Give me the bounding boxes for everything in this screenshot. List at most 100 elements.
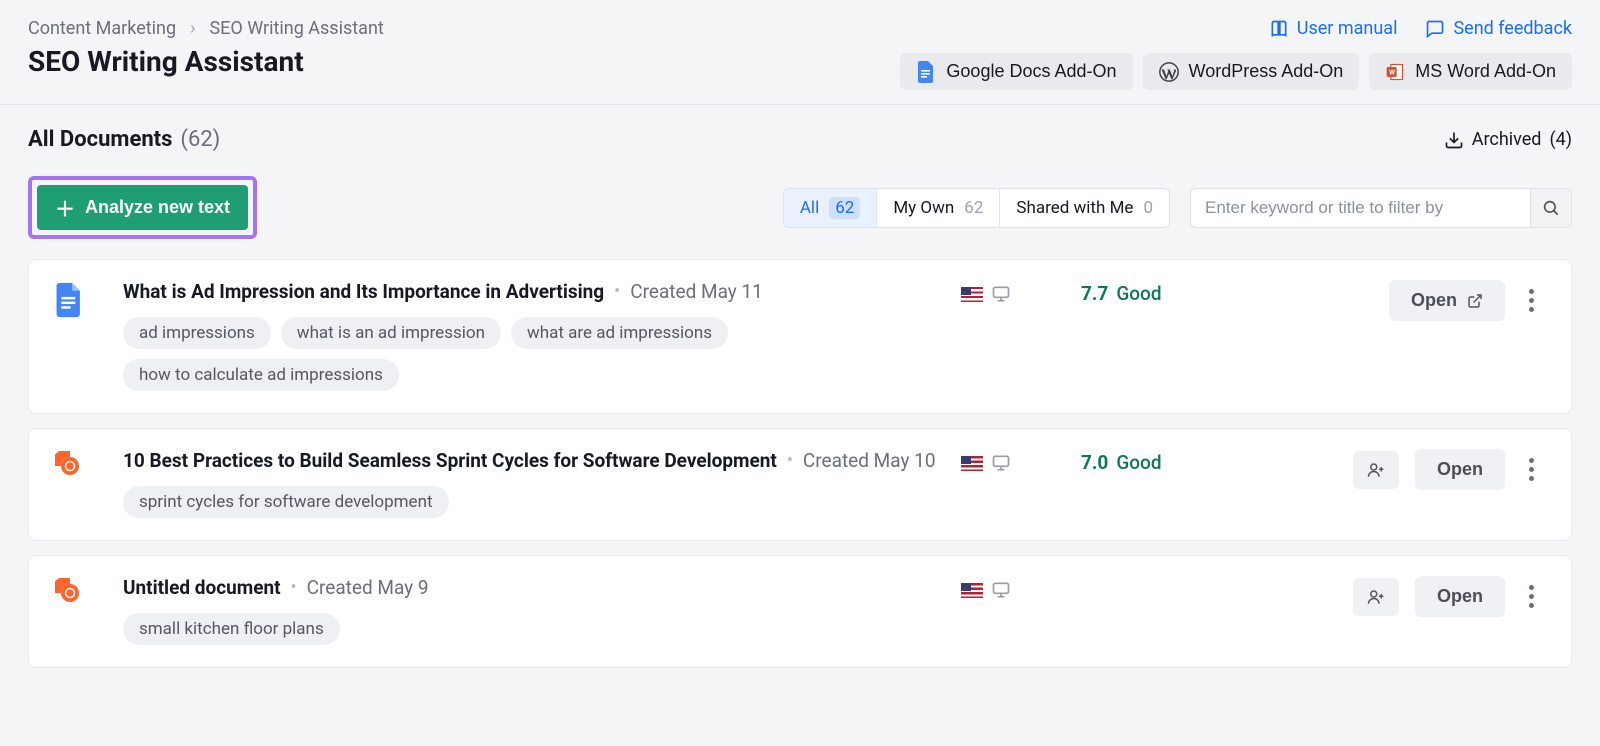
tab-label: All [800, 198, 819, 218]
breadcrumb-root[interactable]: Content Marketing [28, 18, 176, 39]
open-label: Open [1411, 290, 1457, 311]
document-created: Created May 11 [630, 280, 763, 303]
send-feedback-link[interactable]: Send feedback [1425, 18, 1572, 39]
document-locale [961, 280, 1061, 304]
addon-label: WordPress Add-On [1189, 61, 1344, 82]
addon-label: MS Word Add-On [1415, 61, 1556, 82]
tag[interactable]: sprint cycles for software development [123, 486, 449, 518]
google-docs-addon-button[interactable]: Google Docs Add-On [900, 53, 1132, 90]
tab-count: 0 [1143, 198, 1153, 218]
wordpress-addon-button[interactable]: WordPress Add-On [1143, 53, 1360, 90]
document-score: 7.0 Good [1081, 449, 1281, 474]
document-created: Created May 10 [803, 449, 936, 472]
open-label: Open [1437, 586, 1483, 607]
document-main: Untitled document • Created May 9 small kit… [123, 576, 941, 645]
send-feedback-label: Send feedback [1453, 18, 1572, 39]
more-actions-button[interactable] [1521, 579, 1541, 614]
separator-dot: • [787, 452, 793, 470]
msword-addon-button[interactable]: MS Word Add-On [1369, 53, 1572, 90]
document-main: What is Ad Impression and Its Importance… [123, 280, 941, 391]
tag[interactable]: ad impressions [123, 317, 271, 349]
filter-search-button[interactable] [1530, 188, 1572, 228]
document-tags: ad impressions what is an ad impression wh… [123, 317, 941, 391]
document-main: 10 Best Practices to Build Seamless Spri… [123, 449, 941, 518]
add-user-icon [1367, 588, 1385, 606]
semrush-icon [55, 576, 103, 608]
document-locale [961, 449, 1061, 473]
document-score: 7.7Good [1081, 280, 1281, 305]
section-title-text: All Documents [28, 127, 172, 152]
book-icon [1269, 19, 1289, 39]
external-link-icon [1467, 293, 1483, 309]
document-title[interactable]: What is Ad Impression and Its Importance… [123, 280, 604, 303]
user-manual-label: User manual [1297, 18, 1398, 39]
separator-dot: • [291, 579, 297, 597]
document-locale [961, 576, 1061, 600]
tab-my-own[interactable]: My Own 62 [877, 189, 1000, 227]
score-number: 7.0 [1081, 451, 1108, 474]
page-title: SEO Writing Assistant [28, 45, 384, 78]
tab-count: 62 [964, 198, 983, 218]
open-button[interactable]: Open [1415, 576, 1505, 617]
tab-shared-with-me[interactable]: Shared with Me 0 [1000, 189, 1169, 227]
tag[interactable]: how to calculate ad impressions [123, 359, 399, 391]
tab-label: Shared with Me [1016, 198, 1133, 218]
document-tags: small kitchen floor plans [123, 613, 941, 645]
addon-label: Google Docs Add-On [946, 61, 1116, 82]
tab-label: My Own [893, 198, 954, 218]
desktop-icon [991, 580, 1011, 600]
analyze-new-text-button[interactable]: ＋ Analyze new text [37, 185, 248, 230]
archived-link[interactable]: Archived (4) [1444, 129, 1572, 150]
open-button[interactable]: Open [1415, 449, 1505, 490]
breadcrumb-current: SEO Writing Assistant [209, 18, 383, 39]
msword-icon [1385, 62, 1405, 82]
document-card: Untitled document • Created May 9 small kit… [28, 555, 1572, 668]
open-label: Open [1437, 459, 1483, 480]
share-button[interactable] [1353, 451, 1399, 489]
plus-icon: ＋ [55, 193, 75, 222]
document-actions: Open [1301, 449, 1541, 490]
wordpress-icon [1159, 62, 1179, 82]
document-score [1081, 576, 1281, 578]
add-user-icon [1367, 461, 1385, 479]
section-title: All Documents (62) [28, 127, 220, 152]
archive-icon [1444, 130, 1464, 150]
document-created: Created May 9 [307, 576, 429, 599]
document-tags: sprint cycles for software development [123, 486, 941, 518]
desktop-icon [991, 453, 1011, 473]
flag-us-icon [961, 287, 983, 302]
archived-label: Archived [1472, 129, 1542, 150]
document-card: What is Ad Impression and Its Importance… [28, 259, 1572, 414]
document-actions: Open [1301, 576, 1541, 617]
user-manual-link[interactable]: User manual [1269, 18, 1398, 39]
document-title[interactable]: 10 Best Practices to Build Seamless Spri… [123, 449, 777, 472]
search-icon [1542, 199, 1560, 217]
tab-all[interactable]: All 62 [784, 189, 877, 227]
google-docs-icon [916, 62, 936, 82]
document-actions: Open [1301, 280, 1541, 321]
analyze-label: Analyze new text [85, 197, 230, 218]
tag[interactable]: what is an ad impression [281, 317, 501, 349]
more-actions-button[interactable] [1521, 283, 1541, 318]
desktop-icon [991, 284, 1011, 304]
archived-count: (4) [1549, 129, 1572, 150]
semrush-icon [55, 449, 103, 481]
score-label: Good [1116, 451, 1161, 474]
tab-count: 62 [829, 197, 860, 219]
document-title[interactable]: Untitled document [123, 576, 281, 599]
document-card: 10 Best Practices to Build Seamless Spri… [28, 428, 1572, 541]
filter-input[interactable] [1190, 188, 1530, 228]
share-button[interactable] [1353, 578, 1399, 616]
tag[interactable]: small kitchen floor plans [123, 613, 340, 645]
separator-dot: • [614, 283, 620, 301]
open-button[interactable]: Open [1389, 280, 1505, 321]
tag[interactable]: what are ad impressions [511, 317, 728, 349]
flag-us-icon [961, 583, 983, 598]
flag-us-icon [961, 456, 983, 471]
google-docs-icon [55, 280, 103, 318]
more-actions-button[interactable] [1521, 452, 1541, 487]
chevron-right-icon: › [190, 18, 195, 39]
breadcrumb: Content Marketing › SEO Writing Assistan… [28, 18, 384, 39]
ownership-tabs: All 62 My Own 62 Shared with Me 0 [783, 188, 1170, 228]
score-label: Good [1116, 282, 1161, 305]
